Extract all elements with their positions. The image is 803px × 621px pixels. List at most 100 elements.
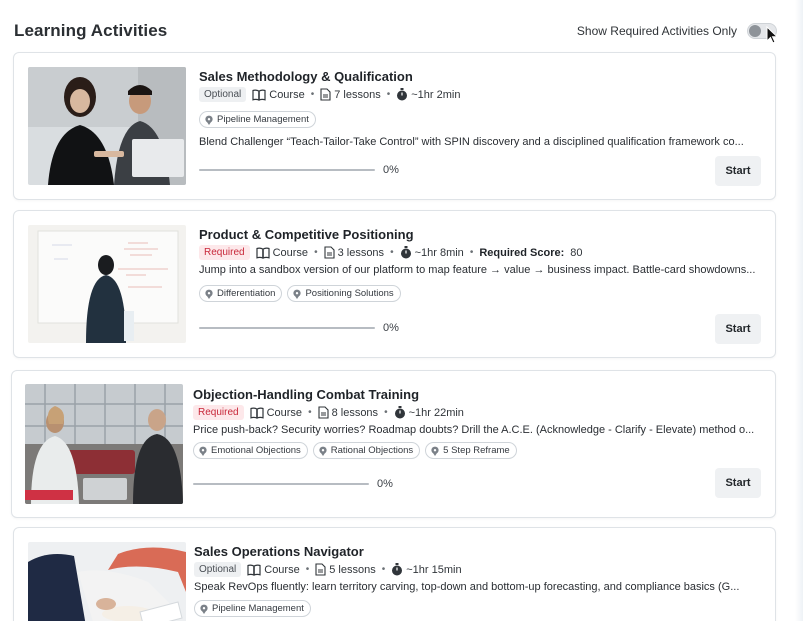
progress-indicator: 0% xyxy=(193,478,393,490)
required-score-value: 80 xyxy=(570,246,583,259)
tag-icon xyxy=(200,604,208,614)
activity-meta: Required Course • 3 lessons • ~1hr 8min … xyxy=(199,245,583,260)
activity-title[interactable]: Sales Operations Navigator xyxy=(194,544,364,559)
required-badge: Required xyxy=(199,245,250,260)
progress-percent: 0% xyxy=(383,322,399,334)
document-icon xyxy=(318,406,329,419)
duration-item: ~1hr 2min xyxy=(396,88,460,101)
document-icon xyxy=(324,246,335,259)
course-thumbnail xyxy=(28,225,186,343)
duration: ~1hr 8min xyxy=(414,246,464,259)
progress-percent: 0% xyxy=(383,164,399,176)
section-header: Learning Activities Show Required Activi… xyxy=(14,18,777,44)
progress-bar xyxy=(199,327,375,329)
start-button[interactable]: Start xyxy=(715,314,761,344)
course-thumbnail xyxy=(28,67,186,185)
lessons-item: 5 lessons xyxy=(315,563,376,576)
stopwatch-icon xyxy=(394,406,405,419)
required-filter: Show Required Activities Only xyxy=(577,23,777,39)
tag-icon xyxy=(199,446,207,456)
separator-dot: • xyxy=(310,89,315,100)
lesson-count: 3 lessons xyxy=(337,246,385,259)
progress-indicator: 0% xyxy=(199,164,399,176)
required-badge: Required xyxy=(193,405,244,420)
book-icon xyxy=(249,407,264,419)
activity-type: Course xyxy=(266,406,303,419)
optional-badge: Optional xyxy=(199,87,247,102)
section-title: Learning Activities xyxy=(14,21,168,40)
lesson-count: 8 lessons xyxy=(331,406,379,419)
activity-description: Blend Challenger “Teach-Tailor-Take Cont… xyxy=(199,136,744,148)
document-icon xyxy=(315,563,326,576)
separator-dot: • xyxy=(386,89,391,100)
activity-title[interactable]: Product & Competitive Positioning xyxy=(199,227,414,242)
progress-percent: 0% xyxy=(377,478,393,490)
stopwatch-icon xyxy=(400,246,411,259)
activity-title[interactable]: Sales Methodology & Qualification xyxy=(199,69,413,84)
duration-item: ~1hr 8min xyxy=(400,246,464,259)
activity-description: Jump into a sandbox version of our platf… xyxy=(199,264,756,276)
activity-description: Price push-back? Security worries? Roadm… xyxy=(193,424,755,436)
progress-bar xyxy=(193,483,369,485)
course-thumbnail xyxy=(25,384,183,504)
activity-description: Speak RevOps fluently: learn territory c… xyxy=(194,581,740,593)
activity-card[interactable]: Sales Operations Navigator Optional Cour… xyxy=(13,527,776,621)
page-edge xyxy=(795,0,803,621)
tag-icon xyxy=(431,446,439,456)
learning-activities-page: Learning Activities Show Required Activi… xyxy=(0,0,803,621)
duration-item: ~1hr 22min xyxy=(394,406,464,419)
start-button[interactable]: Start xyxy=(715,156,761,186)
document-icon xyxy=(320,88,331,101)
required-score-label: Required Score: xyxy=(479,246,565,259)
lessons-item: 7 lessons xyxy=(320,88,381,101)
book-icon xyxy=(255,247,270,259)
separator-dot: • xyxy=(381,564,386,575)
activity-type: Course xyxy=(269,88,305,101)
lessons-item: 3 lessons xyxy=(324,246,384,259)
activity-card[interactable]: Sales Methodology & Qualification Option… xyxy=(13,52,776,200)
toggle-knob xyxy=(749,25,761,37)
tag-icon xyxy=(205,289,213,299)
skill-tag: Pipeline Management xyxy=(199,111,316,128)
duration-item: ~1hr 15min xyxy=(391,563,462,576)
duration: ~1hr 2min xyxy=(411,88,461,101)
course-thumbnail xyxy=(28,542,186,621)
skill-tags: Emotional Objections Rational Objections… xyxy=(193,442,517,459)
book-icon xyxy=(252,89,266,101)
separator-dot: • xyxy=(308,407,312,418)
type-item: Course xyxy=(255,246,309,259)
stopwatch-icon xyxy=(397,88,408,101)
stopwatch-icon xyxy=(392,563,403,576)
lesson-count: 5 lessons xyxy=(329,563,376,576)
skill-tag: Pipeline Management xyxy=(194,600,311,617)
skill-tag: Rational Objections xyxy=(312,442,421,459)
skill-tags: Differentiation Positioning Solutions xyxy=(199,285,401,302)
activity-card[interactable]: Objection-Handling Combat Training Requi… xyxy=(11,370,776,518)
progress-bar xyxy=(199,169,375,171)
type-item: Course xyxy=(252,88,305,101)
lesson-count: 7 lessons xyxy=(334,88,381,101)
separator-dot: • xyxy=(314,247,318,258)
skill-tag: Positioning Solutions xyxy=(287,285,401,302)
skill-tag: Differentiation xyxy=(199,285,283,302)
activity-meta: Required Course • 8 lessons • ~1hr 22min xyxy=(193,405,464,420)
start-button[interactable]: Start xyxy=(715,468,761,498)
type-item: Course xyxy=(247,564,300,576)
activity-meta: Optional Course • 5 lessons • ~1hr 15min xyxy=(194,562,462,577)
duration: ~1hr 22min xyxy=(408,406,464,419)
skill-tag: 5 Step Reframe xyxy=(425,442,517,459)
separator-dot: • xyxy=(384,407,388,418)
activity-title[interactable]: Objection-Handling Combat Training xyxy=(193,387,419,402)
activity-meta: Optional Course • 7 lessons • ~1hr 2min xyxy=(199,87,460,102)
book-icon xyxy=(247,564,261,576)
separator-dot: • xyxy=(390,247,394,258)
tag-icon xyxy=(293,289,302,299)
skill-tag: Emotional Objections xyxy=(193,442,308,459)
type-item: Course xyxy=(249,406,303,419)
optional-badge: Optional xyxy=(194,562,242,577)
lessons-item: 8 lessons xyxy=(318,406,378,419)
activity-type: Course xyxy=(272,246,309,259)
tag-icon xyxy=(319,446,327,456)
toggle-label: Show Required Activities Only xyxy=(576,24,737,38)
activity-card[interactable]: Product & Competitive Positioning Requir… xyxy=(13,210,776,358)
